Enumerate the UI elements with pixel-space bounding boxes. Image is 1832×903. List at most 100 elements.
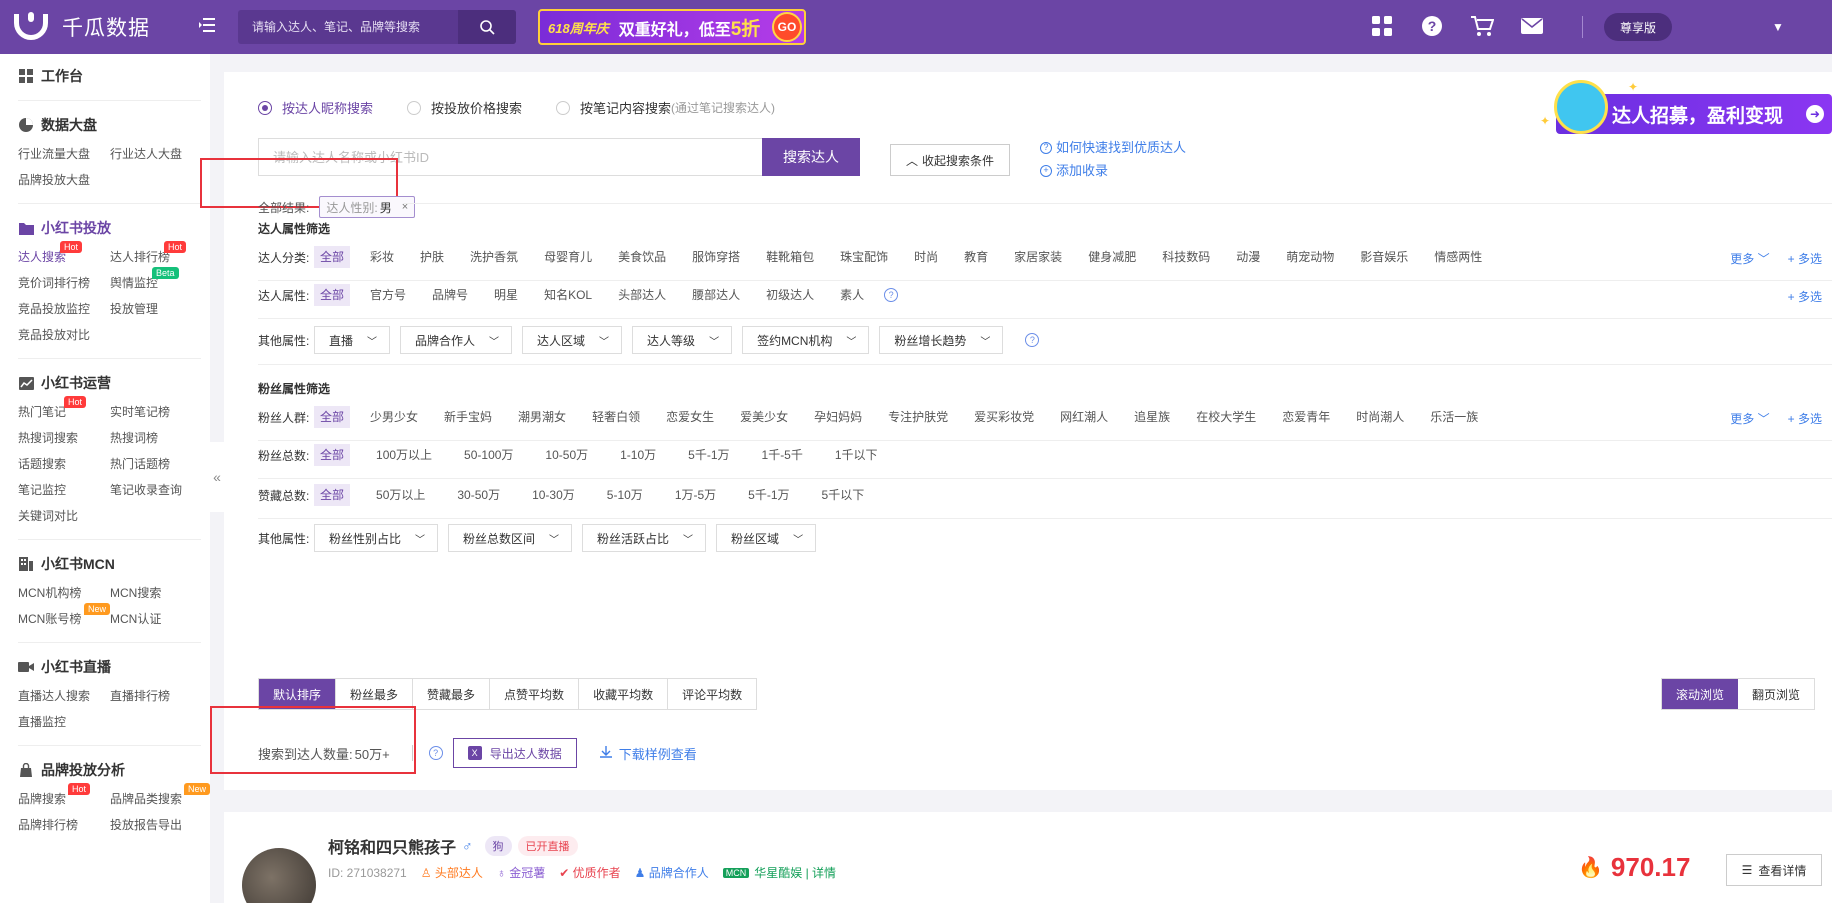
attribute-option[interactable]: 初级达人 [760, 284, 820, 306]
sidebar-item-industry-creators[interactable]: 行业达人大盘 [110, 145, 202, 163]
sidebar-item-keyword-compare[interactable]: 关键词对比 [18, 507, 110, 525]
filter-dropdown[interactable]: 粉丝活跃占比 ﹀ [582, 524, 707, 552]
likes-total-option[interactable]: 5千-1万 [742, 484, 795, 506]
sidebar-item-placement-manage[interactable]: 投放管理 [110, 300, 202, 318]
sidebar-item-creator-ranking[interactable]: 达人排行榜 Hot [110, 241, 202, 266]
fans-total-option[interactable]: 1千-5千 [756, 444, 809, 466]
attribute-option[interactable]: 腰部达人 [686, 284, 746, 306]
filter-dropdown[interactable]: 签约MCN机构 ﹀ [742, 326, 870, 354]
filter-dropdown[interactable]: 粉丝性别占比 ﹀ [314, 524, 439, 552]
fans-crowd-option[interactable]: 潮男潮女 [512, 406, 572, 428]
likes-total-option[interactable]: 全部 [314, 484, 351, 506]
help-icon[interactable]: ? [1025, 333, 1040, 347]
multi-select-toggle[interactable]: + 多选 [1788, 250, 1822, 267]
attribute-option[interactable]: 明星 [488, 284, 524, 306]
search-creator-button[interactable]: 搜索达人 [762, 138, 860, 176]
sidebar-item-brand-placement[interactable]: 品牌投放大盘 [18, 171, 110, 189]
cart-icon[interactable] [1470, 14, 1494, 38]
help-icon[interactable]: ? [428, 746, 443, 760]
category-option[interactable]: 教育 [958, 246, 994, 268]
promo-go-button[interactable]: GO [772, 12, 802, 42]
creator-card[interactable]: 柯铭和四只熊孩子 ♂ 狗 已开直播 ID: 271038271 ♙ 头部达人 ♁… [224, 812, 1832, 903]
fans-crowd-option[interactable]: 追星族 [1128, 406, 1176, 428]
download-sample-link[interactable]: 下载样例查看 [599, 744, 697, 763]
mcn-info[interactable]: MCN 华星酷娱 | 详情 [722, 864, 836, 881]
fans-crowd-option[interactable]: 新手宝妈 [438, 406, 498, 428]
fans-crowd-option[interactable]: 全部 [314, 406, 351, 428]
more-toggle[interactable]: 更多 ﹀ [1730, 410, 1769, 427]
category-option[interactable]: 家居家装 [1008, 246, 1068, 268]
fans-crowd-option[interactable]: 爱美少女 [734, 406, 794, 428]
fans-crowd-option[interactable]: 在校大学生 [1190, 406, 1262, 428]
category-option[interactable]: 美食饮品 [612, 246, 672, 268]
fans-crowd-option[interactable]: 孕妇妈妈 [808, 406, 868, 428]
view-mode-button[interactable]: 翻页浏览 [1738, 679, 1814, 709]
sidebar-item-live-ranking[interactable]: 直播排行榜 [110, 687, 202, 705]
category-option[interactable]: 护肤 [414, 246, 450, 268]
sidebar-item-hot-search-words[interactable]: 热搜词搜索 [18, 429, 110, 447]
sidebar-item-hot-topic-ranking[interactable]: 热门话题榜 [110, 455, 202, 473]
creator-recruit-banner[interactable]: ✦ ✦ 达人招募，盈利变现 ➜ [1538, 78, 1832, 136]
filter-dropdown[interactable]: 粉丝增长趋势 ﹀ [879, 326, 1004, 354]
category-option[interactable]: 科技数码 [1156, 246, 1216, 268]
attribute-option[interactable]: 头部达人 [612, 284, 672, 306]
attribute-option[interactable]: 品牌号 [426, 284, 474, 306]
sidebar-item-brand-search[interactable]: 品牌搜索 Hot [18, 783, 110, 808]
sidebar-item-note-monitor[interactable]: 笔记监控 [18, 481, 110, 499]
sidebar-collapse-toggle[interactable]: « [210, 442, 224, 512]
category-option[interactable]: 彩妆 [364, 246, 400, 268]
global-search-button[interactable] [458, 10, 516, 44]
attribute-option[interactable]: 知名KOL [538, 284, 598, 306]
fans-total-option[interactable]: 全部 [314, 444, 351, 466]
fans-crowd-option[interactable]: 专注护肤党 [882, 406, 954, 428]
global-search-input[interactable] [238, 10, 458, 44]
sidebar-item-realtime-notes[interactable]: 实时笔记榜 [110, 403, 202, 421]
fans-total-option[interactable]: 100万以上 [370, 444, 438, 466]
sidebar-item-creator-search[interactable]: 达人搜索 Hot [18, 241, 110, 266]
sidebar-item-brand-category-search[interactable]: 品牌品类搜索 New [110, 783, 210, 808]
likes-total-option[interactable]: 30-50万 [451, 484, 506, 506]
category-option[interactable]: 珠宝配饰 [834, 246, 894, 268]
collapse-filters-button[interactable]: ︿ 收起搜索条件 [890, 144, 1010, 176]
category-option[interactable]: 服饰穿搭 [686, 246, 746, 268]
sort-button[interactable]: 赞藏最多 [413, 679, 491, 709]
category-option[interactable]: 动漫 [1230, 246, 1266, 268]
apps-icon[interactable] [1370, 14, 1394, 38]
filter-dropdown[interactable]: 粉丝区域 ﹀ [716, 524, 817, 552]
attribute-option[interactable]: 素人 [834, 284, 870, 306]
category-option[interactable]: 时尚 [908, 246, 944, 268]
likes-total-option[interactable]: 10-30万 [526, 484, 581, 506]
category-option[interactable]: 萌宠动物 [1280, 246, 1340, 268]
likes-total-option[interactable]: 1万-5万 [669, 484, 722, 506]
fans-total-option[interactable]: 1-10万 [614, 444, 662, 466]
filter-chip-gender[interactable]: 达人性别: 男 × [319, 196, 416, 218]
fans-crowd-option[interactable]: 时尚潮人 [1350, 406, 1410, 428]
category-option[interactable]: 影音娱乐 [1354, 246, 1414, 268]
fans-crowd-option[interactable]: 恋爱女生 [660, 406, 720, 428]
vip-badge[interactable]: 尊享版 [1604, 13, 1673, 41]
creator-name[interactable]: 柯铭和四只熊孩子 [328, 834, 456, 858]
fans-total-option[interactable]: 1千以下 [829, 444, 884, 466]
fans-crowd-option[interactable]: 网红潮人 [1054, 406, 1114, 428]
export-creators-button[interactable]: X 导出达人数据 [452, 738, 577, 768]
sort-button[interactable]: 收藏平均数 [579, 679, 669, 709]
fans-crowd-option[interactable]: 轻奢白领 [586, 406, 646, 428]
likes-total-option[interactable]: 5-10万 [601, 484, 649, 506]
filter-dropdown[interactable]: 直播 ﹀ [314, 326, 391, 354]
sidebar-item-note-index-query[interactable]: 笔记收录查询 [110, 481, 202, 499]
menu-toggle-icon[interactable] [198, 16, 218, 39]
category-option[interactable]: 鞋靴箱包 [760, 246, 820, 268]
sidebar-item-live-monitor[interactable]: 直播监控 [18, 713, 110, 731]
view-mode-button[interactable]: 滚动浏览 [1662, 679, 1739, 709]
sidebar-workbench[interactable]: 工作台 [18, 66, 201, 101]
fans-crowd-option[interactable]: 爱买彩妆党 [968, 406, 1040, 428]
sidebar-item-mcn-certify[interactable]: MCN认证 [110, 610, 202, 628]
help-icon[interactable]: ? [884, 288, 899, 302]
fans-total-option[interactable]: 50-100万 [458, 444, 519, 466]
sidebar-item-sentiment[interactable]: 舆情监控 Beta [110, 267, 202, 292]
help-icon[interactable]: ? [1420, 14, 1444, 38]
fans-crowd-option[interactable]: 恋爱青年 [1276, 406, 1336, 428]
sidebar-item-bid-word-ranking[interactable]: 竞价词排行榜 [18, 274, 110, 292]
radio-search-by-nickname[interactable]: 按达人昵称搜索 [258, 98, 373, 117]
attribute-option[interactable]: 全部 [314, 284, 351, 306]
